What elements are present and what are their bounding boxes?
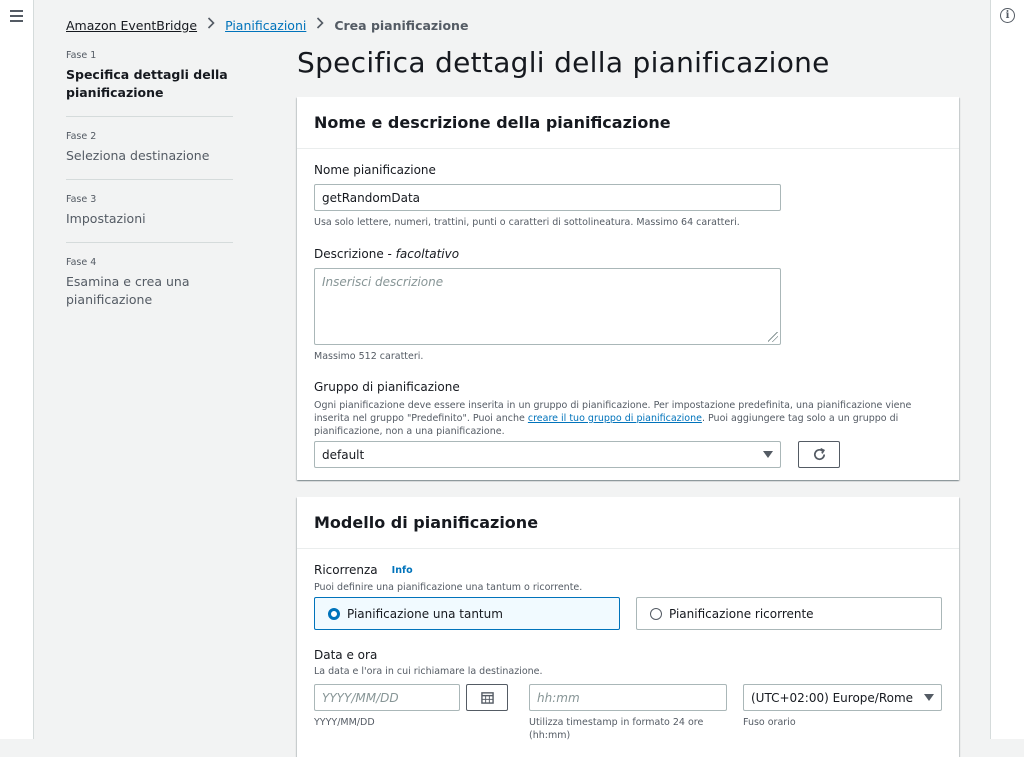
schedule-pattern-panel: Modello di pianificazione Ricorrenza Inf… — [297, 497, 959, 757]
refresh-icon — [813, 447, 825, 461]
recurring-label: Pianificazione ricorrente — [669, 606, 814, 621]
schedule-name-label: Nome pianificazione — [314, 163, 436, 177]
schedule-group-help: Ogni pianificazione deve essere inserita… — [314, 399, 934, 438]
radio-selected-icon — [328, 607, 340, 620]
caret-down-icon — [763, 451, 773, 458]
recurring-schedule-radio[interactable]: Pianificazione ricorrente — [636, 597, 942, 630]
caret-down-icon — [924, 694, 934, 701]
step-label: Seleziona destinazione — [66, 148, 210, 163]
description-label-text: Descrizione - — [314, 247, 396, 261]
create-group-link[interactable]: creare il tuo gruppo di pianificazione — [528, 413, 702, 424]
datetime-help: La data e l'ora in cui richiamare la des… — [314, 666, 543, 677]
time-help: Utilizza timestamp in formato 24 ore (hh… — [529, 717, 704, 741]
timezone-value: (UTC+02:00) Europe/Rome — [751, 690, 914, 705]
breadcrumb: Amazon EventBridge Pianificazioni Crea p… — [66, 17, 468, 33]
step-label: Impostazioni — [66, 211, 146, 226]
timezone-select[interactable]: (UTC+02:00) Europe/Rome — [743, 684, 942, 711]
step-number: Fase 2 — [66, 131, 97, 142]
breadcrumb-eventbridge-link[interactable]: Amazon EventBridge — [66, 18, 197, 33]
description-textarea[interactable]: Inserisci descrizione — [314, 268, 781, 345]
schedule-group-row: default — [314, 441, 942, 468]
time-input[interactable]: hh:mm — [529, 684, 727, 711]
calendar-button[interactable] — [466, 684, 508, 711]
breadcrumb-schedules-link[interactable]: Pianificazioni — [225, 18, 306, 33]
one-time-label: Pianificazione una tantum — [347, 606, 503, 621]
info-circle-icon[interactable]: i — [1000, 8, 1015, 23]
panel-body: Nome pianificazione getRandomData Usa so… — [297, 149, 959, 468]
hamburger-menu-icon[interactable] — [10, 10, 23, 22]
panel-title: Nome e descrizione della pianificazione — [314, 113, 671, 132]
date-help: YYYY/MM/DD — [314, 717, 375, 728]
name-description-panel: Nome e descrizione della pianificazione … — [297, 97, 959, 480]
breadcrumb-current: Crea pianificazione — [334, 17, 469, 33]
step-label: Esamina e crea una pianificazione — [66, 274, 190, 307]
wizard-step-1[interactable]: Fase 1 Specifica dettagli della pianific… — [66, 50, 233, 117]
step-label: Specifica dettagli della pianificazione — [66, 67, 228, 100]
description-label: Descrizione - facoltativo — [314, 247, 942, 261]
optional-tag: facoltativo — [395, 247, 460, 261]
schedule-group-label: Gruppo di pianificazione — [314, 380, 460, 394]
calendar-icon — [480, 692, 494, 704]
info-link[interactable]: Info — [392, 565, 413, 576]
refresh-groups-button[interactable] — [798, 441, 840, 468]
schedule-name-input[interactable]: getRandomData — [314, 184, 781, 211]
wizard-steps: Fase 1 Specifica dettagli della pianific… — [66, 50, 233, 337]
one-time-schedule-radio[interactable]: Pianificazione una tantum — [314, 597, 620, 630]
left-nav-rail — [0, 0, 34, 739]
timezone-help: Fuso orario — [743, 717, 796, 728]
step-number: Fase 4 — [66, 257, 97, 268]
resize-handle-icon[interactable] — [768, 332, 778, 342]
schedule-name-help: Usa solo lettere, numeri, trattini, punt… — [314, 217, 740, 228]
description-placeholder: Inserisci descrizione — [322, 275, 444, 289]
page-title: Specifica dettagli della pianificazione — [297, 46, 830, 79]
chevron-right-icon — [207, 17, 215, 33]
radio-unselected-icon — [650, 607, 662, 620]
wizard-step-4[interactable]: Fase 4 Esamina e crea una pianificazione — [66, 257, 233, 323]
panel-header: Modello di pianificazione — [297, 497, 959, 549]
recurrence-options: Pianificazione una tantum Pianificazione… — [314, 597, 942, 630]
datetime-row: YYYY/MM/DD YYYY/MM/DD hh:mm Utilizza tim… — [314, 684, 942, 744]
step-number: Fase 3 — [66, 194, 97, 205]
step-number: Fase 1 — [66, 50, 97, 61]
schedule-group-value: default — [322, 447, 365, 462]
recurrence-label-row: Ricorrenza Info — [314, 563, 942, 577]
date-input[interactable]: YYYY/MM/DD — [314, 684, 460, 711]
recurrence-label: Ricorrenza — [314, 563, 378, 577]
chevron-right-icon — [316, 17, 324, 33]
wizard-step-3[interactable]: Fase 3 Impostazioni — [66, 194, 233, 243]
wizard-step-2[interactable]: Fase 2 Seleziona destinazione — [66, 131, 233, 180]
right-tools-rail: i — [990, 0, 1024, 739]
schedule-group-select[interactable]: default — [314, 441, 781, 468]
datetime-label: Data e ora — [314, 648, 378, 662]
description-help: Massimo 512 caratteri. — [314, 351, 424, 362]
panel-body: Ricorrenza Info Puoi definire una pianif… — [297, 549, 959, 744]
panel-title: Modello di pianificazione — [314, 513, 539, 532]
panel-header: Nome e descrizione della pianificazione — [297, 97, 959, 149]
recurrence-help: Puoi definire una pianificazione una tan… — [314, 582, 583, 593]
